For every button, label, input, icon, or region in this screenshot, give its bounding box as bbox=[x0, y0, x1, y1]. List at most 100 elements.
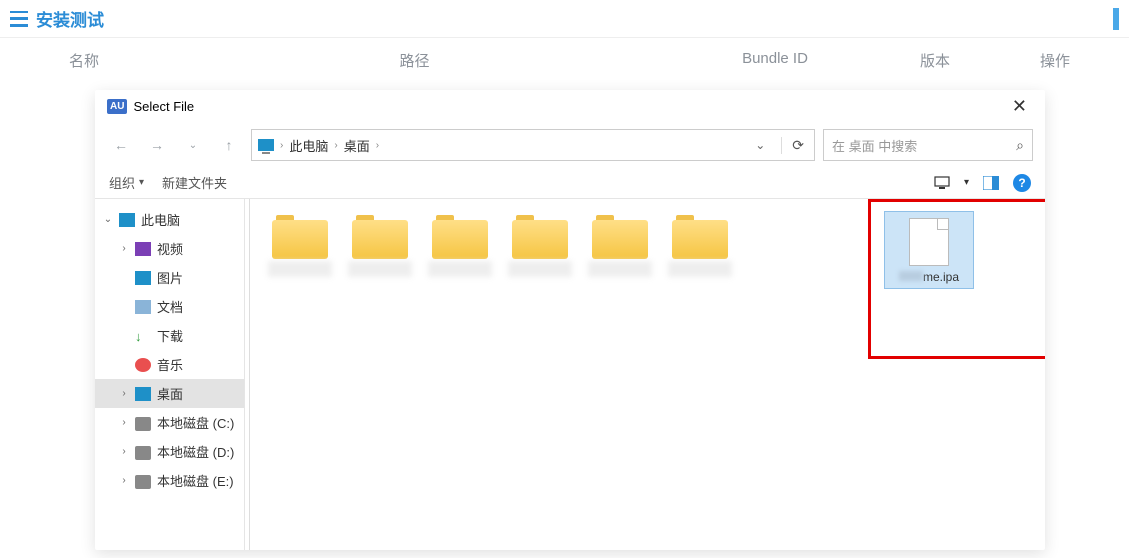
folder-icon bbox=[432, 215, 488, 259]
folder-item[interactable] bbox=[582, 211, 658, 279]
nav-row: ← → ⌄ ↑ › 此电脑 › 桌面 › ⌄ ⟳ 在 桌面 中搜索 ⌕ bbox=[95, 123, 1045, 167]
folder-icon bbox=[592, 215, 648, 259]
ico-disk-icon bbox=[135, 475, 151, 489]
ico-disk-icon bbox=[135, 417, 151, 431]
tree-item-label: 本地磁盘 (E:) bbox=[157, 471, 234, 490]
chevron-right-icon: › bbox=[334, 140, 337, 151]
file-name: me.ipa bbox=[887, 270, 971, 284]
organize-button[interactable]: 组织 ▾ bbox=[109, 173, 144, 192]
back-button[interactable]: ← bbox=[107, 131, 135, 159]
file-dialog: AU Select File ✕ ← → ⌄ ↑ › 此电脑 › 桌面 › ⌄ … bbox=[95, 90, 1045, 550]
tree-item[interactable]: ⌄ 此电脑 bbox=[95, 205, 244, 234]
folder-label bbox=[508, 261, 572, 277]
chevron-down-icon[interactable]: ▾ bbox=[964, 177, 969, 188]
dialog-title: Select File bbox=[133, 99, 194, 114]
tree-item-label: 本地磁盘 (C:) bbox=[157, 413, 234, 432]
tree-item[interactable]: ↓ 下载 bbox=[95, 321, 244, 350]
tree-item-label: 视频 bbox=[157, 239, 183, 258]
address-dropdown-icon[interactable]: ⌄ bbox=[749, 138, 771, 152]
header-accent bbox=[1113, 8, 1119, 30]
preview-pane-icon[interactable] bbox=[983, 176, 999, 190]
folder-icon bbox=[512, 215, 568, 259]
folder-label bbox=[668, 261, 732, 277]
tree-item-label: 本地磁盘 (D:) bbox=[157, 442, 234, 461]
search-placeholder: 在 桌面 中搜索 bbox=[832, 136, 917, 155]
breadcrumb-leaf[interactable]: 桌面 bbox=[344, 136, 370, 155]
file-item-ipa[interactable]: me.ipa bbox=[884, 211, 974, 289]
folder-icon bbox=[272, 215, 328, 259]
expander-icon[interactable]: ⌄ bbox=[103, 214, 113, 225]
expander-icon[interactable]: › bbox=[119, 417, 129, 428]
ico-pc-icon bbox=[119, 213, 135, 227]
search-input[interactable]: 在 桌面 中搜索 ⌕ bbox=[823, 129, 1033, 161]
refresh-icon[interactable]: ⟳ bbox=[781, 137, 808, 154]
menu-icon[interactable] bbox=[10, 11, 28, 27]
col-version: 版本 bbox=[865, 50, 1005, 71]
ico-desk-icon bbox=[135, 387, 151, 401]
ico-music-icon bbox=[135, 358, 151, 372]
expander-icon[interactable]: › bbox=[119, 446, 129, 457]
ico-doc-icon bbox=[135, 300, 151, 314]
page-title: 安装测试 bbox=[36, 6, 104, 31]
tree-item[interactable]: › 本地磁盘 (D:) bbox=[95, 437, 244, 466]
ico-dl-icon: ↓ bbox=[135, 329, 151, 343]
file-list[interactable]: me.ipa bbox=[250, 199, 1045, 550]
recent-dropdown[interactable]: ⌄ bbox=[179, 131, 207, 159]
tree-item-label: 图片 bbox=[157, 268, 183, 287]
tree-item-label: 音乐 bbox=[157, 355, 183, 374]
tree-item[interactable]: › 本地磁盘 (E:) bbox=[95, 466, 244, 495]
tree-item[interactable]: 音乐 bbox=[95, 350, 244, 379]
dialog-body: ⌄此电脑›视频图片文档↓下载音乐›桌面›本地磁盘 (C:)›本地磁盘 (D:)›… bbox=[95, 198, 1045, 550]
nav-tree: ⌄此电脑›视频图片文档↓下载音乐›桌面›本地磁盘 (C:)›本地磁盘 (D:)›… bbox=[95, 199, 245, 550]
toolbar: 组织 ▾ 新建文件夹 ▾ ? bbox=[95, 167, 1045, 198]
pc-icon bbox=[258, 139, 274, 151]
folder-label bbox=[268, 261, 332, 277]
file-icon bbox=[909, 218, 949, 266]
expander-icon[interactable]: › bbox=[119, 243, 129, 254]
app-badge-icon: AU bbox=[107, 99, 127, 114]
monitor-icon[interactable] bbox=[934, 176, 950, 190]
chevron-right-icon: › bbox=[376, 140, 379, 151]
tree-item[interactable]: 图片 bbox=[95, 263, 244, 292]
expander-icon[interactable]: › bbox=[119, 388, 129, 399]
help-icon[interactable]: ? bbox=[1013, 174, 1031, 192]
folder-item[interactable] bbox=[262, 211, 338, 279]
folder-item[interactable] bbox=[342, 211, 418, 279]
search-icon[interactable]: ⌕ bbox=[1016, 137, 1024, 154]
chevron-down-icon: ▾ bbox=[139, 177, 144, 188]
folder-label bbox=[588, 261, 652, 277]
folder-item[interactable] bbox=[422, 211, 498, 279]
folder-icon bbox=[672, 215, 728, 259]
folder-label bbox=[348, 261, 412, 277]
app-header: 安装测试 bbox=[0, 0, 1129, 38]
dialog-titlebar[interactable]: AU Select File ✕ bbox=[95, 90, 1045, 123]
tree-item[interactable]: › 视频 bbox=[95, 234, 244, 263]
ico-vid-icon bbox=[135, 242, 151, 256]
forward-button[interactable]: → bbox=[143, 131, 171, 159]
tree-item-label: 桌面 bbox=[157, 384, 183, 403]
table-headers: 名称 路径 Bundle ID 版本 操作 bbox=[0, 38, 1129, 83]
close-icon[interactable]: ✕ bbox=[1006, 96, 1033, 117]
ico-disk-icon bbox=[135, 446, 151, 460]
chevron-right-icon: › bbox=[280, 140, 283, 151]
folder-icon bbox=[352, 215, 408, 259]
col-bundle: Bundle ID bbox=[685, 50, 865, 71]
tree-item-label: 下载 bbox=[157, 326, 183, 345]
folder-item[interactable] bbox=[502, 211, 578, 279]
breadcrumb-root[interactable]: 此电脑 bbox=[289, 136, 328, 155]
tree-item[interactable]: › 本地磁盘 (C:) bbox=[95, 408, 244, 437]
ico-img-icon bbox=[135, 271, 151, 285]
folder-item[interactable] bbox=[662, 211, 738, 279]
new-folder-button[interactable]: 新建文件夹 bbox=[162, 173, 227, 192]
col-name: 名称 bbox=[24, 50, 144, 71]
folder-label bbox=[428, 261, 492, 277]
expander-icon[interactable]: › bbox=[119, 475, 129, 486]
tree-item-label: 此电脑 bbox=[141, 210, 180, 229]
tree-item-label: 文档 bbox=[157, 297, 183, 316]
col-action: 操作 bbox=[1005, 50, 1105, 71]
up-button[interactable]: ↑ bbox=[215, 131, 243, 159]
address-bar[interactable]: › 此电脑 › 桌面 › ⌄ ⟳ bbox=[251, 129, 815, 161]
col-path: 路径 bbox=[144, 50, 685, 71]
tree-item[interactable]: 文档 bbox=[95, 292, 244, 321]
tree-item[interactable]: › 桌面 bbox=[95, 379, 244, 408]
